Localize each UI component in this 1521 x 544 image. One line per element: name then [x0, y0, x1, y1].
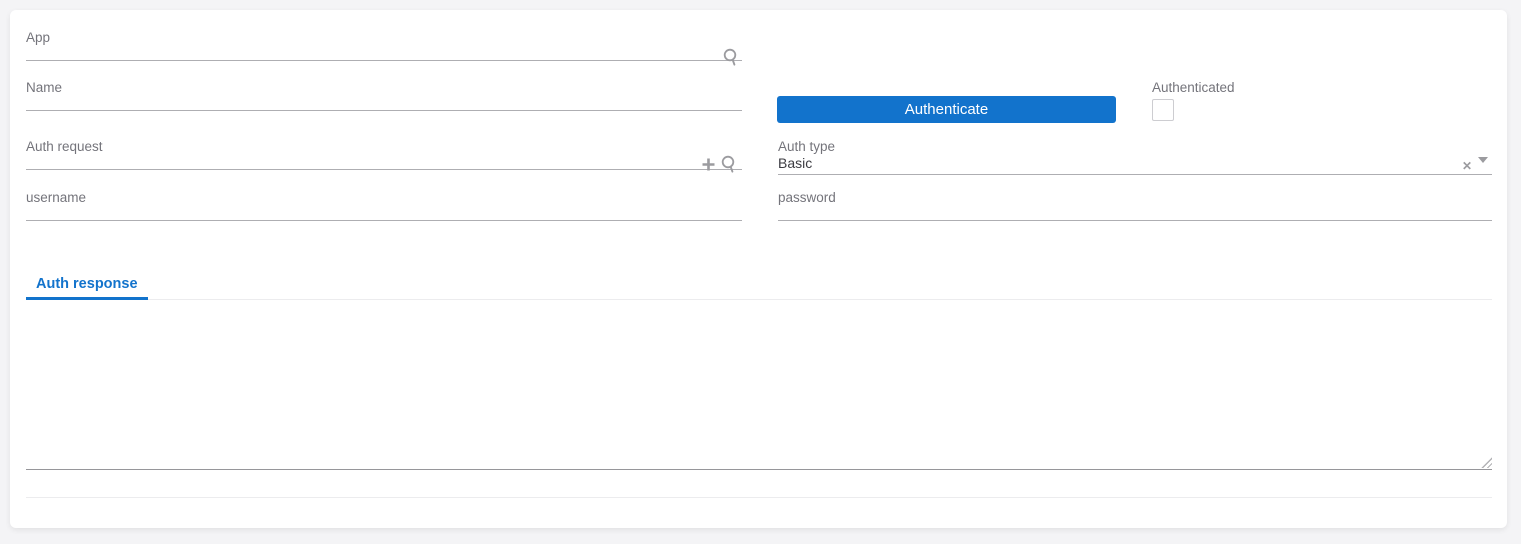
authenticate-button[interactable]: Authenticate [777, 96, 1116, 123]
page: { "form": { "app": { "label": "App", "va… [0, 0, 1521, 544]
tab-auth-response[interactable]: Auth response [26, 271, 148, 300]
search-icon[interactable] [720, 155, 737, 173]
plus-icon[interactable] [701, 157, 716, 172]
caret-down-icon[interactable] [1478, 157, 1488, 181]
search-icon[interactable] [722, 48, 739, 66]
auth-form-card: App Name Authenticate Authenticated Auth… [10, 10, 1507, 528]
auth-request-input[interactable] [26, 150, 742, 170]
tab-bar: Auth response [26, 271, 1492, 300]
app-input[interactable] [26, 41, 742, 61]
name-input[interactable] [26, 91, 742, 111]
username-input[interactable] [26, 201, 742, 221]
x-clear-icon[interactable]: ✕ [1462, 160, 1472, 172]
auth-type-select[interactable]: Basic [778, 153, 1492, 175]
footer-divider [26, 497, 1492, 498]
auth-type-value: Basic [778, 155, 813, 171]
auth-type-label: Auth type [778, 139, 836, 154]
password-input[interactable] [778, 201, 1492, 221]
authenticated-checkbox[interactable] [1152, 99, 1174, 121]
authenticated-label: Authenticated [1152, 80, 1235, 95]
auth-response-textarea[interactable] [26, 300, 1492, 470]
